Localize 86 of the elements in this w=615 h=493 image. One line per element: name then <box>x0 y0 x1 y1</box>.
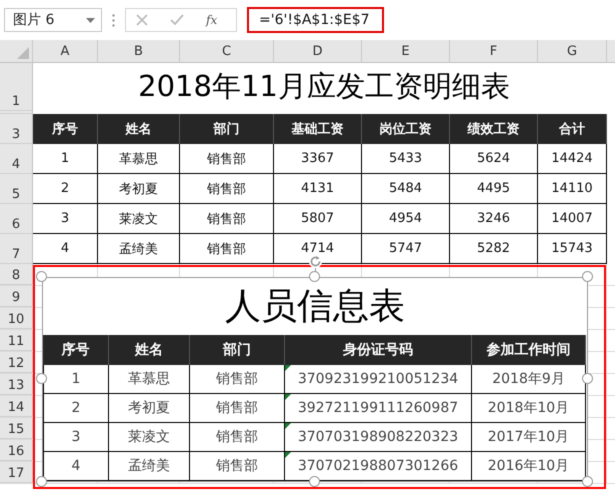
row-header[interactable]: 3 <box>0 114 33 144</box>
row-header[interactable]: 12 <box>0 352 33 373</box>
table-cell: 3246 <box>450 204 538 234</box>
row-header[interactable]: 13 <box>0 374 33 395</box>
column-heading: 姓名 <box>98 114 180 144</box>
table-cell: 4131 <box>274 174 362 204</box>
column-heading: 序号 <box>33 114 98 144</box>
sheet-title: 2018年11月应发工资明细表 <box>137 68 511 105</box>
caret-icon <box>86 18 95 22</box>
column-heading: 合计 <box>538 114 607 144</box>
drag-handle-icon <box>112 14 115 26</box>
row-header[interactable]: 1 <box>0 63 33 111</box>
table-cell: 2017年10月 <box>472 423 586 452</box>
column-header[interactable]: D <box>274 40 362 62</box>
table-cell: 孟绮美 <box>109 452 190 481</box>
table-cell: 2 <box>33 174 98 204</box>
table-cell: 14110 <box>538 174 607 204</box>
table-cell: 1 <box>33 144 98 174</box>
column-heading: 基础工资 <box>274 114 362 144</box>
table-cell: 销售部 <box>190 423 285 452</box>
table-cell: 5433 <box>362 144 450 174</box>
table-cell: 革慕思 <box>109 365 190 394</box>
table-cell: 考初夏 <box>109 394 190 423</box>
table-cell: 销售部 <box>180 204 274 234</box>
formula-field[interactable]: ='6'!$A$1:$E$7 <box>247 7 384 33</box>
table-cell: 14424 <box>538 144 607 174</box>
table-cell: 2 <box>43 394 109 423</box>
row-header[interactable]: 15 <box>0 418 33 439</box>
triangle-icon <box>17 47 29 59</box>
row-header[interactable]: 17 <box>0 462 33 483</box>
cancel-icon[interactable] <box>136 14 148 26</box>
column-heading: 岗位工资 <box>362 114 450 144</box>
column-heading: 序号 <box>43 335 109 365</box>
resize-handle[interactable] <box>309 476 320 487</box>
insert-function-button[interactable]: fx <box>206 13 218 27</box>
row-header[interactable]: 7 <box>0 234 33 264</box>
column-header[interactable]: C <box>180 40 274 62</box>
row-header[interactable]: 14 <box>0 396 33 417</box>
table-cell: 考初夏 <box>98 174 180 204</box>
table-cell: 3 <box>43 423 109 452</box>
picture-title: 人员信息表 <box>224 285 406 329</box>
table-cell: 14007 <box>538 204 607 234</box>
column-heading: 部门 <box>180 114 274 144</box>
column-heading: 身份证号码 <box>285 335 472 365</box>
table-cell: 5807 <box>274 204 362 234</box>
resize-handle[interactable] <box>36 476 47 487</box>
table-cell: 销售部 <box>180 174 274 204</box>
table-cell: 革慕思 <box>98 144 180 174</box>
row-header[interactable]: 4 <box>0 144 33 174</box>
column-header[interactable]: F <box>450 40 538 62</box>
table-cell: 莱凌文 <box>98 204 180 234</box>
table-cell: 销售部 <box>190 452 285 481</box>
table-picture[interactable]: 人员信息表 序号 姓名 部门 身份证号码 参加工作时间 1 革慕思 销售部 370923199210051234 2018年9月 2 考初夏 销售部 392721199111260987 2018年10月 3 莱凌文 销售部 370703198908220323 2017年10月 4 孟绮美 销售部 370702198807301266 2016年10月 <box>42 277 588 482</box>
row-header[interactable]: 10 <box>0 308 33 329</box>
row-header[interactable]: 16 <box>0 440 33 461</box>
table-cell: 2018年10月 <box>472 394 586 423</box>
table-cell: 4495 <box>450 174 538 204</box>
table-cell: 392721199111260987 <box>285 394 472 423</box>
column-heading: 部门 <box>190 335 285 365</box>
row-header[interactable]: 9 <box>0 286 33 307</box>
row-header[interactable]: 8 <box>0 264 33 285</box>
column-heading: 姓名 <box>109 335 190 365</box>
table-cell: 5484 <box>362 174 450 204</box>
table-cell: 5624 <box>450 144 538 174</box>
table-cell: 莱凌文 <box>109 423 190 452</box>
resize-handle[interactable] <box>582 476 593 487</box>
column-heading: 绩效工资 <box>450 114 538 144</box>
table-cell: 销售部 <box>180 144 274 174</box>
row-header[interactable]: 6 <box>0 204 33 234</box>
row-header[interactable]: 11 <box>0 330 33 351</box>
column-heading: 参加工作时间 <box>472 335 586 365</box>
check-icon[interactable] <box>170 14 184 26</box>
column-header[interactable]: E <box>362 40 450 62</box>
rotate-handle-icon[interactable] <box>309 255 322 268</box>
table-cell: 3367 <box>274 144 362 174</box>
table-cell: 4954 <box>362 204 450 234</box>
column-header[interactable]: G <box>538 40 607 62</box>
name-box[interactable]: 图片 6 <box>4 8 102 32</box>
table-cell: 370703198908220323 <box>285 423 472 452</box>
table-cell: 销售部 <box>190 394 285 423</box>
column-header[interactable]: B <box>98 40 180 62</box>
table-cell: 3 <box>33 204 98 234</box>
row-header[interactable]: 5 <box>0 174 33 204</box>
column-header[interactable]: A <box>33 40 98 62</box>
table-cell: 销售部 <box>190 365 285 394</box>
table-cell: 370923199210051234 <box>285 365 472 394</box>
